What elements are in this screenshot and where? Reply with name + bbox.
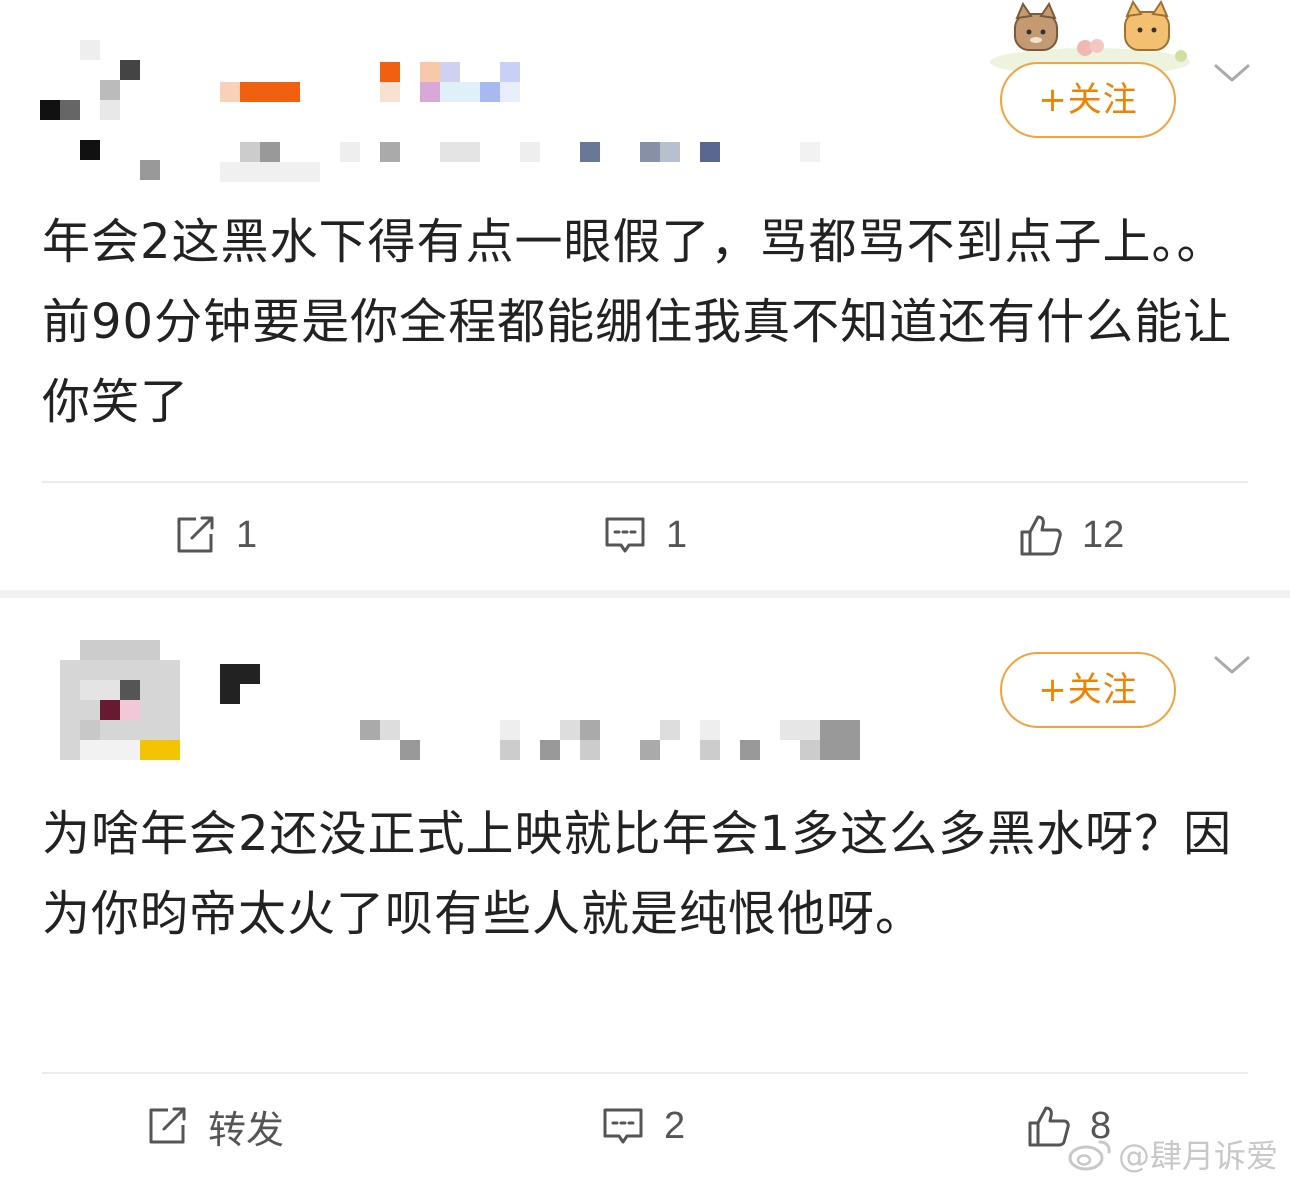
comment-icon <box>603 1108 643 1144</box>
avatar[interactable] <box>60 640 180 760</box>
divider <box>42 1072 1248 1074</box>
avatar[interactable] <box>40 40 160 180</box>
repost-button[interactable]: 1 <box>172 505 257 565</box>
like-count: 12 <box>1082 513 1125 556</box>
comment-icon <box>605 517 645 553</box>
like-button[interactable]: 12 <box>1018 505 1124 565</box>
watermark: @肆月诉爱 <box>1068 1131 1278 1177</box>
username[interactable] <box>220 664 260 704</box>
repost-button[interactable]: 转发 <box>144 1096 284 1156</box>
watermark-text: @肆月诉爱 <box>1117 1137 1278 1175</box>
username[interactable] <box>220 60 520 102</box>
weibo-logo-icon <box>1068 1140 1111 1171</box>
post-content: 年会2这黑水下得有点一眼假了，骂都骂不到点子上。。前90分钟要是你全程都能绷住我… <box>42 214 1233 430</box>
chevron-down-icon[interactable] <box>1212 650 1252 680</box>
comment-button[interactable]: 1 <box>602 505 687 565</box>
section-separator <box>0 590 1290 598</box>
follow-button[interactable]: +关注 <box>1000 62 1176 138</box>
comment-count: 2 <box>664 1104 686 1147</box>
repost-count: 1 <box>236 513 258 556</box>
post-meta <box>360 720 860 760</box>
chevron-down-icon[interactable] <box>1212 58 1252 88</box>
divider <box>42 481 1248 483</box>
post-meta <box>220 142 860 182</box>
comment-button[interactable]: 2 <box>600 1096 685 1156</box>
repost-icon <box>177 516 214 553</box>
repost-label: 转发 <box>208 1107 285 1152</box>
post-card: +关注 为啥年会2还没正式上映就比年会1多这么多黑水呀？因为你昀帝太火了呗有些人… <box>0 598 1290 1187</box>
comment-count: 1 <box>666 513 688 556</box>
repost-icon <box>149 1107 186 1144</box>
like-icon <box>1020 515 1062 556</box>
post-card: +关注 年会2这黑水下得有点一眼假了，骂都骂不到点子上。。前90分钟要是你全程都… <box>0 0 1290 590</box>
like-icon <box>1028 1106 1070 1147</box>
post-content: 为啥年会2还没正式上映就比年会1多这么多黑水呀？因为你昀帝太火了呗有些人就是纯恨… <box>42 806 1233 942</box>
follow-button[interactable]: +关注 <box>1000 652 1176 728</box>
